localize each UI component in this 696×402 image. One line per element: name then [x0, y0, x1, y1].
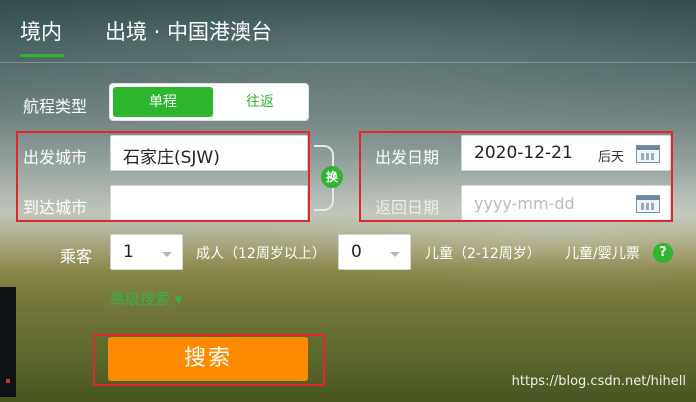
adults-select[interactable]: 1: [110, 234, 183, 270]
return-date-placeholder: yyyy-mm-dd: [474, 194, 575, 213]
round-trip-button[interactable]: 往返: [215, 87, 305, 117]
children-select[interactable]: 0: [338, 234, 411, 270]
return-date-input[interactable]: yyyy-mm-dd: [461, 185, 671, 221]
chevron-down-icon: [390, 252, 400, 257]
advanced-search-link[interactable]: 高级搜索 ▾: [110, 288, 182, 309]
passengers-label: 乘客: [60, 247, 93, 266]
children-value: 0: [351, 242, 362, 262]
departure-date-value: 2020-12-21: [474, 143, 573, 163]
departure-date-label: 出发日期: [375, 148, 440, 167]
one-way-button[interactable]: 单程: [113, 87, 213, 117]
side-strip-dot: [6, 379, 10, 383]
infant-ticket-label[interactable]: 儿童/婴儿票: [565, 243, 640, 263]
trip-type-label: 航程类型: [23, 97, 88, 116]
search-button[interactable]: 搜索: [108, 337, 308, 381]
chevron-down-icon: [162, 252, 172, 257]
departure-date-hint: 后天: [597, 150, 624, 165]
tab-domestic[interactable]: 境内: [20, 16, 62, 46]
swap-cities-button[interactable]: 换: [321, 166, 343, 188]
watermark: https://blog.csdn.net/hihell: [511, 374, 686, 389]
tabs-divider: [0, 62, 696, 63]
calendar-icon[interactable]: [636, 195, 660, 213]
departure-city-label: 出发城市: [23, 148, 88, 167]
arrival-city-label: 到达城市: [23, 198, 88, 217]
calendar-icon[interactable]: [636, 145, 660, 163]
tab-bar: 境内 出境 · 中国港澳台: [0, 0, 696, 63]
return-date-label: 返回日期: [375, 198, 440, 217]
adults-value: 1: [123, 242, 134, 262]
departure-city-value: 石家庄(SJW): [123, 148, 220, 168]
side-strip: [0, 287, 16, 397]
help-icon[interactable]: ?: [653, 243, 673, 263]
departure-date-input[interactable]: 2020-12-21 后天: [461, 135, 671, 171]
children-label: 儿童（2-12周岁）: [425, 246, 541, 262]
active-tab-indicator: [20, 54, 64, 57]
arrival-city-input[interactable]: [110, 185, 308, 221]
trip-type-toggle: 单程 往返: [109, 83, 309, 121]
departure-city-input[interactable]: 石家庄(SJW): [110, 135, 308, 171]
adults-label: 成人（12周岁以上）: [196, 246, 326, 262]
tab-international[interactable]: 出境 · 中国港澳台: [105, 16, 272, 46]
